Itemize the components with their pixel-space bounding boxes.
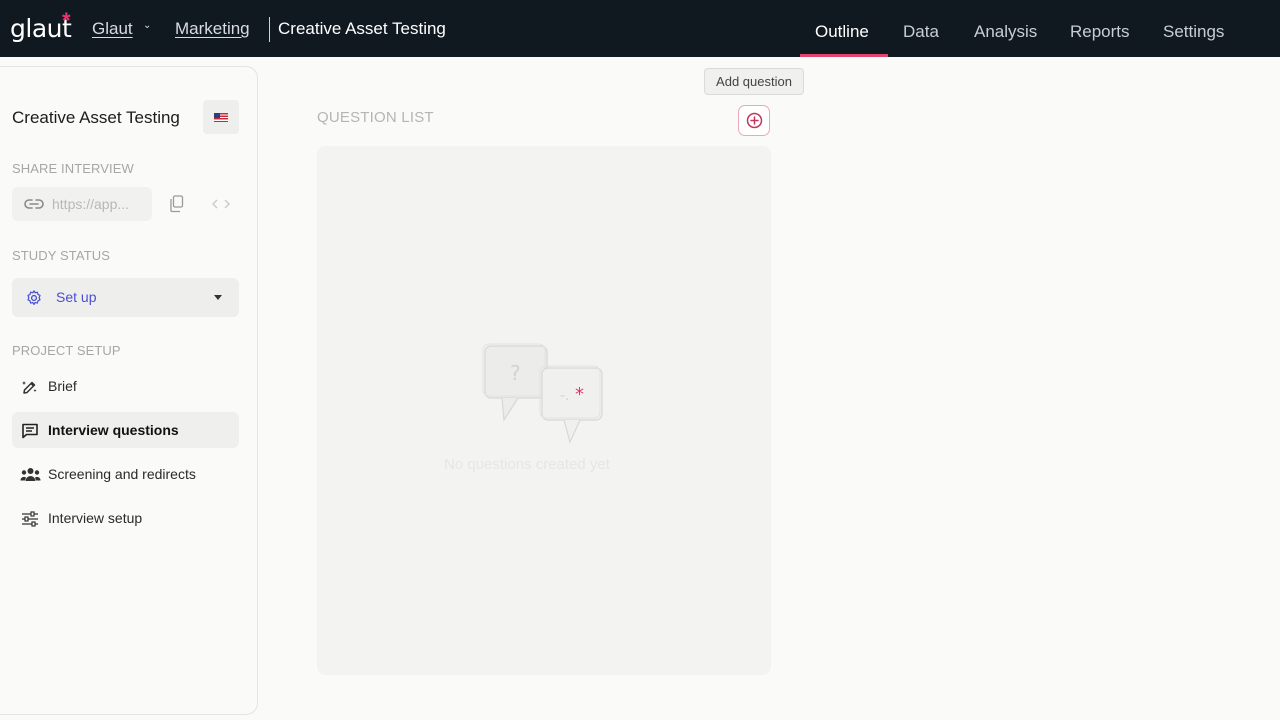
add-question-button[interactable]: [738, 105, 770, 136]
sidebar-item-label: Interview setup: [48, 510, 143, 526]
add-question-tooltip: Add question: [704, 68, 804, 95]
sidebar-item-label: Brief: [48, 378, 77, 394]
gear-icon: [27, 290, 41, 305]
tab-analysis[interactable]: Analysis: [974, 22, 1037, 42]
tab-data[interactable]: Data: [903, 22, 939, 42]
group-icon: [20, 468, 41, 481]
breadcrumb-project[interactable]: Marketing: [175, 19, 250, 39]
link-icon: [24, 199, 44, 209]
active-tab-indicator: [800, 54, 888, 57]
question-list-heading: QUESTION LIST: [317, 109, 434, 126]
study-status-dropdown[interactable]: Set up: [12, 278, 239, 317]
sidebar-item-label: Screening and redirects: [48, 466, 196, 482]
us-flag-icon: [214, 112, 228, 122]
sidebar-item-brief[interactable]: Brief: [12, 368, 239, 404]
tab-outline[interactable]: Outline: [815, 22, 869, 42]
svg-text:?: ?: [510, 361, 521, 385]
sidebar-item-screening[interactable]: Screening and redirects: [12, 456, 239, 492]
empty-chat-bubbles-icon: ? -. *: [482, 343, 603, 444]
project-setup-label: PROJECT SETUP: [12, 343, 121, 358]
sidebar: Creative Asset Testing SHARE INTERVIEW h…: [0, 66, 258, 715]
chat-lines-icon: [22, 423, 38, 439]
share-link-field[interactable]: https://app...: [12, 187, 152, 221]
plus-circle-icon: [746, 112, 762, 129]
sidebar-item-interview-setup[interactable]: Interview setup: [12, 500, 239, 536]
language-selector[interactable]: [203, 100, 239, 134]
tab-reports[interactable]: Reports: [1070, 22, 1130, 42]
breadcrumb-org[interactable]: Glaut: [92, 19, 133, 39]
breadcrumb-current: Creative Asset Testing: [278, 19, 446, 38]
share-interview-label: SHARE INTERVIEW: [12, 161, 134, 176]
share-link-text: https://app...: [52, 196, 130, 212]
sidebar-item-interview-questions[interactable]: Interview questions: [12, 412, 239, 448]
caret-down-icon: [214, 295, 222, 300]
tab-settings[interactable]: Settings: [1163, 22, 1224, 42]
project-title: Creative Asset Testing: [12, 108, 180, 127]
copy-icon[interactable]: [169, 195, 185, 213]
empty-state-text: No questions created yet: [444, 456, 610, 473]
svg-text:*: *: [575, 384, 584, 405]
status-value: Set up: [56, 289, 97, 305]
breadcrumb-divider: [269, 17, 270, 42]
svg-text:-.: -.: [560, 388, 570, 404]
pencil-sparkle-icon: [22, 381, 37, 394]
logo-asterisk-icon: *: [62, 8, 71, 33]
top-bar: glaut * Glaut ⌄ Marketing Creative Asset…: [0, 0, 1280, 57]
embed-code-icon[interactable]: [212, 198, 230, 210]
chevron-down-icon[interactable]: ⌄: [143, 20, 151, 31]
sliders-icon: [22, 511, 38, 527]
sidebar-item-label: Interview questions: [48, 422, 179, 438]
study-status-label: STUDY STATUS: [12, 248, 110, 263]
